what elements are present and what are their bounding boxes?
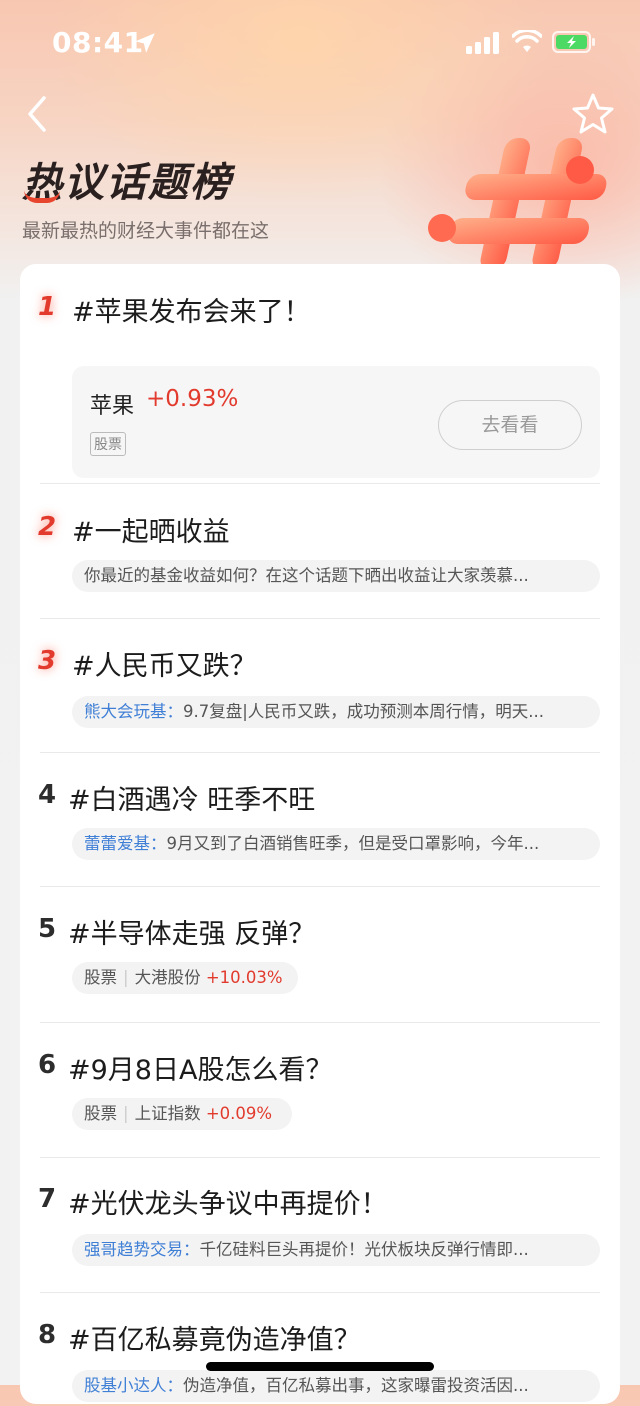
- stock-tag: 股票: [90, 432, 126, 456]
- wifi-icon: [512, 30, 542, 52]
- hashtag-illustration-icon: [428, 138, 607, 270]
- topic-title[interactable]: #苹果发布会来了！: [72, 290, 311, 329]
- topic-snippet[interactable]: 股基小达人：伪造净值，百亿私募出事，这家曝雷投资活因...: [72, 1370, 600, 1402]
- stock-change: +0.93%: [146, 386, 239, 412]
- quote-name: 上证指数: [134, 1104, 201, 1123]
- quote-separator: |: [123, 968, 129, 987]
- snippet-text: 伪造净值，百亿私募出事，这家曝雷投资活因...: [183, 1376, 529, 1395]
- rank-number: 8: [38, 1320, 57, 1350]
- topic-title[interactable]: #白酒遇冷 旺季不旺: [68, 778, 315, 817]
- topic-item-6[interactable]: 6 #9月8日A股怎么看？ 股票 | 上证指数 +0.09%: [20, 1046, 620, 1136]
- snippet-text: 你最近的基金收益如何？在这个话题下晒出收益让大家羡慕...: [84, 566, 529, 585]
- snippet-author[interactable]: 强哥趋势交易：: [84, 1240, 200, 1259]
- snippet-text: 9.7复盘|人民币又跌，成功预测本周行情，明天...: [183, 702, 545, 721]
- topic-title[interactable]: #半导体走强 反弹？: [68, 912, 315, 951]
- stock-quote-chip[interactable]: 股票 | 上证指数 +0.09%: [72, 1098, 292, 1130]
- cellular-signal-icon: [466, 32, 499, 54]
- divider: [40, 483, 600, 484]
- snippet-author[interactable]: 股基小达人：: [84, 1376, 183, 1395]
- topic-snippet[interactable]: 熊大会玩基：9.7复盘|人民币又跌，成功预测本周行情，明天...: [72, 696, 600, 728]
- rank-number: 3: [38, 646, 57, 676]
- topic-list-card: 1 #苹果发布会来了！ 苹果 +0.93% 股票 去看看 2 #一起晒收益 你最…: [20, 264, 620, 1404]
- topic-title[interactable]: #人民币又跌？: [72, 644, 257, 683]
- rank-number: 1: [38, 292, 57, 322]
- topic-item-1[interactable]: 1 #苹果发布会来了！ 苹果 +0.93% 股票 去看看: [20, 288, 620, 484]
- quote-separator: |: [123, 1104, 129, 1123]
- quote-tag: 股票: [84, 1104, 117, 1123]
- topic-item-7[interactable]: 7 #光伏龙头争议中再提价！ 强哥趋势交易：千亿硅料巨头再提价！光伏板块反弹行情…: [20, 1180, 620, 1270]
- topic-snippet[interactable]: 蕾蕾爱基：9月又到了白酒销售旺季，但是受口罩影响，今年...: [72, 828, 600, 860]
- stock-card[interactable]: 苹果 +0.93% 股票 去看看: [72, 366, 600, 478]
- rank-number: 6: [38, 1050, 57, 1080]
- rank-number: 4: [38, 780, 57, 810]
- topic-item-3[interactable]: 3 #人民币又跌？ 熊大会玩基：9.7复盘|人民币又跌，成功预测本周行情，明天.…: [20, 642, 620, 732]
- quote-name: 大港股份: [134, 968, 201, 987]
- stock-name: 苹果: [90, 394, 135, 419]
- battery-charging-icon: [552, 31, 595, 53]
- topic-item-4[interactable]: 4 #白酒遇冷 旺季不旺 蕾蕾爱基：9月又到了白酒销售旺季，但是受口罩影响，今年…: [20, 776, 620, 866]
- location-arrow-icon: [135, 33, 155, 53]
- divider: [40, 618, 600, 619]
- snippet-author[interactable]: 熊大会玩基：: [84, 702, 183, 721]
- back-icon[interactable]: [22, 94, 54, 134]
- topic-snippet[interactable]: 你最近的基金收益如何？在这个话题下晒出收益让大家羡慕...: [72, 560, 600, 592]
- topic-item-2[interactable]: 2 #一起晒收益 你最近的基金收益如何？在这个话题下晒出收益让大家羡慕...: [20, 508, 620, 598]
- divider: [40, 886, 600, 887]
- status-bar: 08:41: [0, 0, 640, 84]
- divider: [40, 752, 600, 753]
- topic-item-8[interactable]: 8 #百亿私募竟伪造净值？ 股基小达人：伪造净值，百亿私募出事，这家曝雷投资活因…: [20, 1316, 620, 1406]
- topic-title[interactable]: #一起晒收益: [72, 510, 230, 549]
- home-indicator[interactable]: [206, 1362, 434, 1371]
- divider: [40, 1022, 600, 1023]
- divider: [40, 1292, 600, 1293]
- quote-change: +0.09%: [205, 1104, 273, 1123]
- divider: [40, 1157, 600, 1158]
- snippet-author[interactable]: 蕾蕾爱基：: [84, 834, 167, 853]
- topic-snippet[interactable]: 强哥趋势交易：千亿硅料巨头再提价！光伏板块反弹行情即...: [72, 1234, 600, 1266]
- go-see-button[interactable]: 去看看: [438, 400, 582, 450]
- stock-quote-chip[interactable]: 股票 | 大港股份 +10.03%: [72, 962, 298, 994]
- topic-title[interactable]: #9月8日A股怎么看？: [68, 1048, 332, 1087]
- quote-change: +10.03%: [205, 968, 283, 987]
- quote-tag: 股票: [84, 968, 117, 987]
- topic-item-5[interactable]: 5 #半导体走强 反弹？ 股票 | 大港股份 +10.03%: [20, 910, 620, 1000]
- snippet-text: 千亿硅料巨头再提价！光伏板块反弹行情即...: [199, 1240, 529, 1259]
- rank-number: 5: [38, 914, 57, 944]
- status-time: 08:41: [52, 26, 144, 59]
- page-subtitle: 最新最热的财经大事件都在这: [22, 220, 270, 242]
- topic-title[interactable]: #百亿私募竟伪造净值？: [68, 1318, 361, 1357]
- snippet-text: 9月又到了白酒销售旺季，但是受口罩影响，今年...: [166, 834, 540, 853]
- rank-number: 7: [38, 1184, 57, 1214]
- rank-number: 2: [38, 512, 57, 542]
- topic-title[interactable]: #光伏龙头争议中再提价！: [68, 1182, 388, 1221]
